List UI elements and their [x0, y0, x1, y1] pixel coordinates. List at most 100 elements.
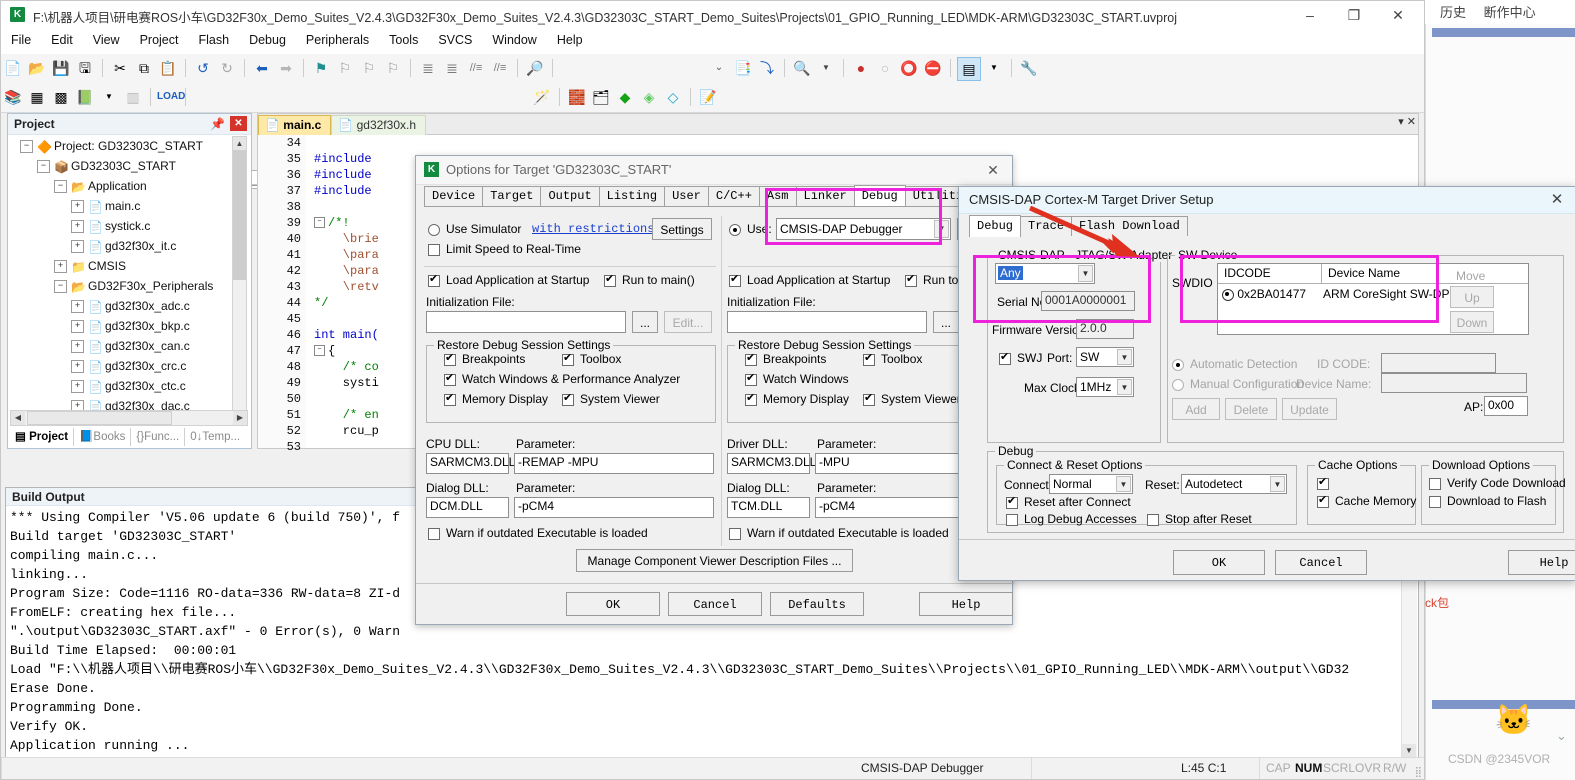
redo-icon[interactable]: ↻ — [216, 57, 238, 79]
editor-tab-gd32f30x-h[interactable]: 📄 gd32f30x.h — [331, 115, 426, 135]
expander-icon[interactable]: + — [71, 380, 84, 394]
move-up-button[interactable]: Up — [1450, 286, 1494, 308]
edit-button[interactable]: Edit... — [664, 311, 712, 333]
id-code-input[interactable] — [1381, 353, 1496, 373]
expander-icon[interactable]: + — [54, 260, 67, 274]
menu-item-edit[interactable]: Edit — [41, 29, 83, 51]
tree-node[interactable]: + 📄 gd32f30x_adc.c — [10, 296, 232, 316]
close-icon[interactable]: ✕ — [1545, 190, 1569, 210]
tab-debug[interactable]: Debug — [853, 185, 906, 207]
expander-icon[interactable]: − — [54, 180, 67, 194]
tab-templates[interactable]: 0↓Temp... — [185, 428, 245, 446]
tree-node[interactable]: − 📂 GD32F30x_Peripherals — [10, 276, 232, 296]
uncomment-icon[interactable]: //≡ — [489, 57, 511, 79]
tree-node[interactable]: + 📄 gd32f30x_can.c — [10, 336, 232, 356]
bookmark-clear-icon[interactable]: ⚐ — [382, 57, 404, 79]
load-icon[interactable]: LOAD — [157, 86, 185, 108]
background-tab-center[interactable]: 断作中心 — [1484, 5, 1536, 20]
target-watch-windows-checkbox[interactable] — [745, 371, 757, 386]
close-icon[interactable]: ✕ — [1407, 116, 1416, 128]
pack-installer-icon[interactable]: ◆ — [614, 86, 636, 108]
chevron-down-icon[interactable]: ▼ — [1270, 476, 1285, 492]
options-cancel-button[interactable]: Cancel — [668, 592, 762, 616]
tab-device[interactable]: Device — [424, 186, 484, 206]
bookmark-icon[interactable]: ⚑ — [310, 57, 332, 79]
forward-icon[interactable]: ➡ — [275, 57, 297, 79]
radio-selected-icon[interactable] — [1222, 288, 1234, 301]
options-ok-button[interactable]: OK — [566, 592, 660, 616]
cpu-parameter-input[interactable]: -REMAP -MPU — [514, 453, 714, 474]
chevron-down-icon[interactable]: ⌄ — [708, 57, 730, 79]
tab-books[interactable]: 📘Books — [74, 428, 132, 446]
expander-icon[interactable]: + — [71, 240, 84, 254]
stop-after-reset-checkbox[interactable] — [1147, 514, 1159, 526]
download-to-flash-checkbox[interactable] — [1429, 496, 1441, 508]
browse-info-icon[interactable]: 📑 — [732, 57, 754, 79]
save-icon[interactable]: 💾 — [50, 57, 72, 79]
log-debug-accesses-checkbox[interactable] — [1006, 514, 1018, 526]
comment-icon[interactable]: //≡ — [465, 57, 487, 79]
scroll-right-icon[interactable]: ▶ — [233, 411, 247, 425]
tab-asm[interactable]: Asm — [758, 186, 797, 206]
toolbox-checkbox[interactable] — [562, 351, 574, 366]
chevron-down-icon[interactable]: ▼ — [934, 220, 949, 238]
close-icon[interactable]: ✕ — [230, 116, 247, 131]
tree-node[interactable]: + 📁 CMSIS — [10, 256, 232, 276]
chevron-down-icon[interactable]: ▼ — [1117, 349, 1132, 365]
tree-node[interactable]: + 📄 systick.c — [10, 216, 232, 236]
wrench-icon[interactable]: 🔧 — [1018, 57, 1040, 79]
load-app-checkbox[interactable] — [428, 272, 440, 287]
browse-button[interactable]: ... — [632, 311, 658, 333]
menu-item-view[interactable]: View — [83, 29, 130, 51]
menu-item-help[interactable]: Help — [547, 29, 593, 51]
project-items-icon[interactable]: ◇ — [662, 86, 684, 108]
serial-no-input[interactable]: 0001A0000001 — [1041, 291, 1135, 311]
insert-breakpoint-icon[interactable]: ● — [850, 57, 872, 79]
target-breakpoints-checkbox[interactable] — [745, 351, 757, 366]
system-viewer-checkbox[interactable] — [562, 391, 574, 406]
layout-dropdown-icon[interactable]: ▼ — [983, 57, 1005, 79]
disable-all-breakpoints-icon[interactable]: ⛔ — [922, 57, 944, 79]
close-icon[interactable]: ✕ — [980, 160, 1006, 180]
init-file-input[interactable] — [426, 311, 626, 333]
adapter-select[interactable]: Any ▼ — [995, 263, 1095, 284]
device-name-input[interactable] — [1381, 373, 1527, 393]
background-tab-history[interactable]: 历史 — [1440, 5, 1466, 20]
chevron-down-icon[interactable]: ▼ — [1078, 265, 1093, 282]
menu-item-file[interactable]: File — [1, 29, 41, 51]
dap-ok-button[interactable]: OK — [1173, 550, 1265, 575]
chevron-down-icon[interactable]: ▼ — [1116, 476, 1131, 492]
build-icon[interactable]: 📚 — [2, 86, 24, 108]
target-init-file-input[interactable] — [727, 311, 927, 333]
memory-display-checkbox[interactable] — [444, 391, 456, 406]
dap-help-button[interactable]: Help — [1508, 550, 1575, 575]
scroll-left-icon[interactable]: ◀ — [11, 411, 25, 425]
expander-icon[interactable]: − — [54, 280, 67, 294]
swj-checkbox[interactable] — [999, 350, 1011, 365]
options-defaults-button[interactable]: Defaults — [770, 592, 864, 616]
options-help-button[interactable]: Help — [919, 592, 1013, 616]
tab-linker[interactable]: Linker — [795, 186, 855, 206]
window-layout-icon[interactable]: ▤ — [957, 57, 981, 81]
port-select[interactable]: SW ▼ — [1076, 347, 1134, 367]
cpu-dll-input[interactable]: SARMCM3.DLL — [426, 453, 515, 474]
settings-button[interactable]: Settings — [652, 218, 712, 240]
fold-icon[interactable]: − — [314, 345, 325, 357]
menu-item-debug[interactable]: Debug — [239, 29, 296, 51]
save-all-icon[interactable]: 🖫 — [74, 57, 96, 79]
menu-item-peripherals[interactable]: Peripherals — [296, 29, 379, 51]
target-warn-outdated-checkbox[interactable] — [729, 528, 741, 540]
bookmark-prev-icon[interactable]: ⚐ — [334, 57, 356, 79]
cache-code-checkbox[interactable] — [1317, 475, 1329, 490]
expander-icon[interactable]: + — [71, 360, 84, 374]
verify-code-download-checkbox[interactable] — [1429, 478, 1441, 490]
with-restrictions-link[interactable]: with restrictions — [532, 222, 654, 236]
target-system-viewer-checkbox[interactable] — [863, 391, 875, 406]
goto-definition-icon[interactable]: ⤵ — [756, 57, 778, 79]
reset-select[interactable]: Autodetect ▼ — [1181, 474, 1287, 494]
scroll-thumb[interactable] — [27, 411, 172, 425]
use-target-radio[interactable] — [729, 224, 741, 236]
manage-components-icon[interactable]: 🧱 — [566, 86, 588, 108]
scroll-up-icon[interactable]: ▲ — [233, 137, 246, 150]
limit-speed-checkbox[interactable] — [428, 244, 440, 256]
